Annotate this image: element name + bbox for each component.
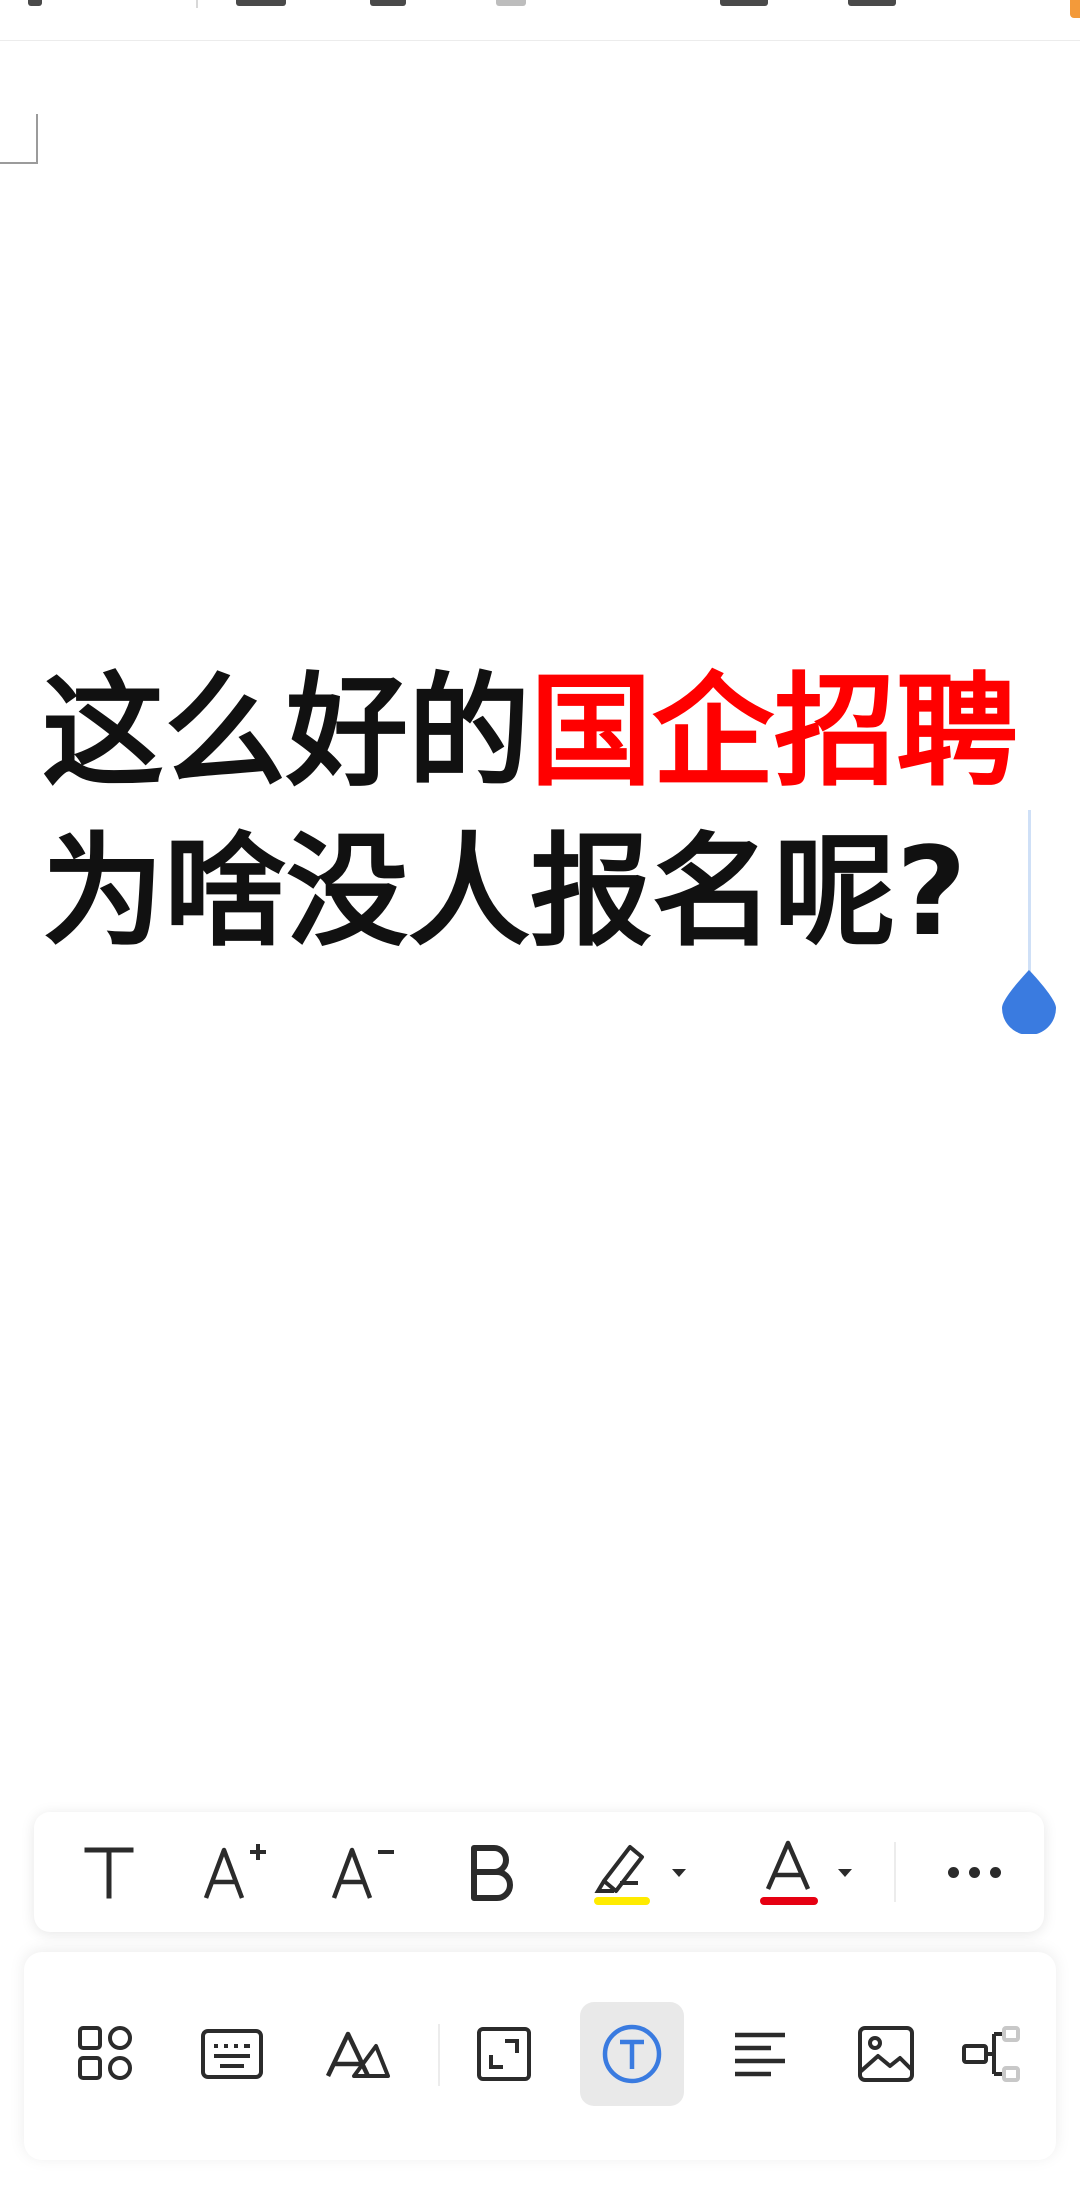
font-color-button[interactable]: [740, 1822, 870, 1922]
increase-font-button[interactable]: [190, 1822, 280, 1922]
more-icon: [947, 1866, 1001, 1878]
text-mode-button[interactable]: [580, 2002, 684, 2106]
decrease-font-button[interactable]: [318, 1822, 408, 1922]
apps-icon: [78, 2026, 132, 2080]
align-left-icon: [735, 2032, 785, 2077]
font-color-icon: [760, 1840, 818, 1905]
insert-image-button[interactable]: [834, 2002, 938, 2106]
top-toolbar: [0, 0, 1080, 41]
cursor-handle-icon[interactable]: [1000, 968, 1058, 1035]
structure-button[interactable]: [960, 2002, 1040, 2106]
toolbar-icon-4[interactable]: [720, 0, 768, 6]
document-editor-screen: 这么好的国企招聘 为啥没人报名呢?: [0, 0, 1080, 2193]
toolbar-icon-2[interactable]: [370, 0, 406, 6]
align-button[interactable]: [708, 2002, 812, 2106]
text-cursor: [1028, 810, 1031, 978]
document-line-2[interactable]: 为啥没人报名呢?: [42, 812, 1042, 972]
document-line-1[interactable]: 这么好的国企招聘: [42, 652, 1042, 812]
increase-font-icon: [203, 1844, 266, 1899]
apps-button[interactable]: [54, 2002, 158, 2106]
keyboard-icon: [201, 2029, 263, 2079]
toolbar-icon-5[interactable]: [848, 0, 896, 6]
text-mode-icon: [602, 2024, 662, 2084]
document-body[interactable]: 这么好的国企招聘 为啥没人报名呢?: [42, 652, 1042, 972]
bold-icon: [471, 1845, 513, 1901]
image-icon: [858, 2026, 914, 2082]
toolbar-divider: [196, 0, 198, 8]
highlighter-button[interactable]: [574, 1822, 704, 1922]
toolbar-icon-3[interactable]: [496, 0, 526, 6]
text-style-button[interactable]: [64, 1822, 154, 1922]
main-toolbar: [24, 1952, 1056, 2160]
text-run-black: 为啥没人报名呢?: [42, 821, 967, 963]
decrease-font-icon: [331, 1847, 394, 1899]
structure-icon: [962, 2026, 1020, 2082]
page-corner-mark: [0, 114, 38, 164]
text-format-icon: [325, 2031, 390, 2078]
text-style-icon: [84, 1847, 134, 1899]
text-run-black: 这么好的: [42, 661, 530, 803]
chevron-down-icon: [838, 1869, 852, 1877]
fit-screen-icon: [477, 2027, 531, 2081]
text-run-red: 国企招聘: [530, 661, 1018, 803]
format-toolbar: [34, 1812, 1044, 1932]
toolbar-icon-1[interactable]: [236, 0, 286, 6]
toolbar-divider: [438, 2024, 440, 2086]
chevron-down-icon: [672, 1869, 686, 1877]
highlighter-icon: [594, 1845, 650, 1905]
text-format-button[interactable]: [306, 2002, 410, 2106]
toolbar-accent[interactable]: [1070, 0, 1080, 18]
keyboard-button[interactable]: [180, 2002, 284, 2106]
toolbar-divider: [894, 1842, 896, 1902]
fit-screen-button[interactable]: [452, 2002, 556, 2106]
more-button[interactable]: [924, 1822, 1024, 1922]
back-icon[interactable]: [28, 0, 42, 6]
bold-button[interactable]: [446, 1822, 536, 1922]
